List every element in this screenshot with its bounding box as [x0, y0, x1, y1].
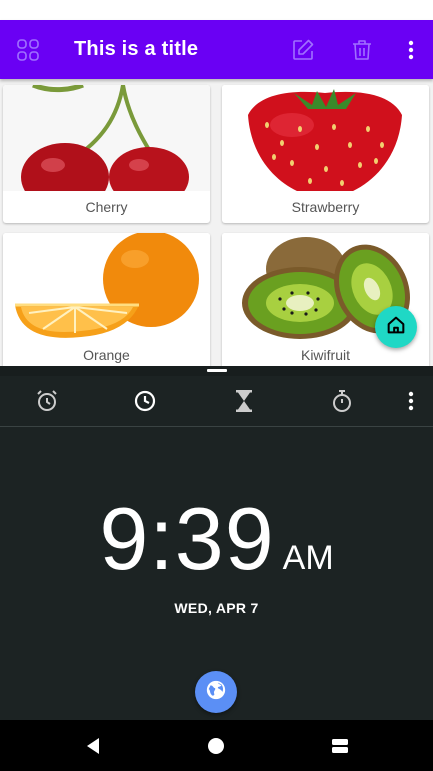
edit-icon[interactable] [290, 20, 316, 79]
status-bar [0, 0, 433, 20]
fruit-card-cherry[interactable]: Cherry [3, 85, 210, 223]
fruit-name: Orange [83, 347, 130, 363]
fruit-card-strawberry[interactable]: Strawberry [222, 85, 429, 223]
stopwatch-icon[interactable] [322, 376, 362, 426]
alarm-icon[interactable] [27, 376, 67, 426]
home-fab[interactable] [375, 306, 417, 348]
grid-icon[interactable] [14, 20, 42, 79]
more-vert-icon[interactable] [404, 20, 418, 79]
recents-icon[interactable] [315, 720, 365, 771]
split-screen-handle[interactable] [207, 369, 227, 372]
current-date: WED, APR 7 [174, 600, 259, 616]
current-time: 9:39 AM [0, 488, 433, 590]
fruit-name: Cherry [85, 199, 128, 215]
world-clock-button[interactable] [195, 671, 237, 713]
home-circle-icon[interactable] [191, 720, 241, 771]
clock-app: 9:39 AM WED, APR 7 [0, 376, 433, 720]
page-title: This is a title [74, 38, 199, 60]
home-icon [385, 314, 407, 341]
fruit-grid: Cherry Strawberry Orange Kiwifruit [0, 79, 433, 366]
timer-icon[interactable] [224, 376, 264, 426]
clock-tab-bar [0, 376, 433, 427]
strawberry-image [222, 85, 429, 191]
app-bar: This is a title [0, 20, 433, 79]
more-vert-icon[interactable] [391, 376, 431, 426]
orange-image [3, 233, 210, 339]
fruit-card-orange[interactable]: Orange [3, 233, 210, 366]
back-icon[interactable] [68, 720, 118, 771]
cherry-image [3, 85, 210, 191]
time-digits: 9:39 [99, 489, 275, 588]
fruit-name: Strawberry [291, 199, 360, 215]
time-ampm: AM [282, 539, 334, 577]
clock-icon[interactable] [125, 376, 165, 426]
delete-icon[interactable] [351, 20, 373, 79]
globe-icon [205, 679, 227, 706]
system-nav-bar [0, 720, 433, 771]
